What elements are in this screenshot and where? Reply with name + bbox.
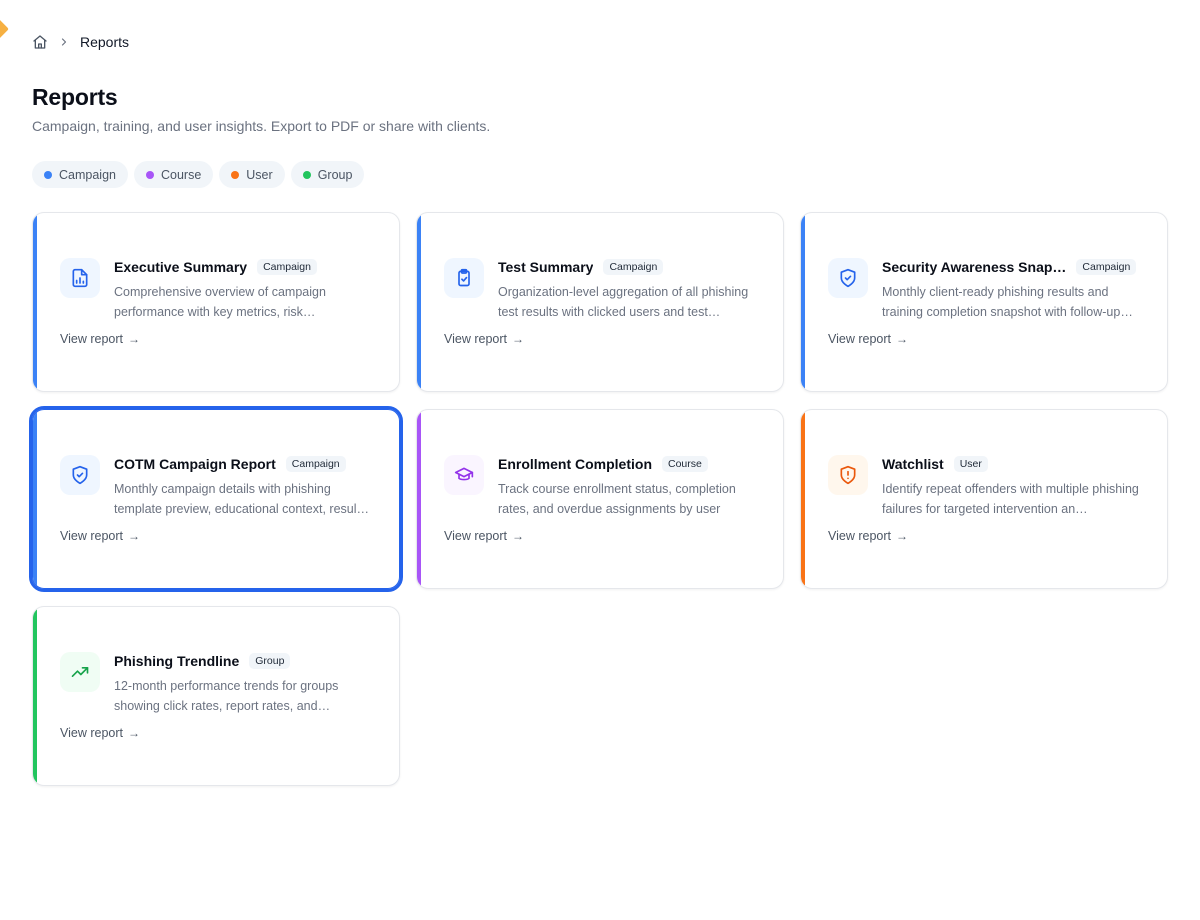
- card-description: Monthly campaign details with phishing t…: [114, 482, 369, 516]
- card-type-badge: Campaign: [257, 259, 317, 275]
- view-report-label: View report: [828, 529, 891, 543]
- card-title: Watchlist: [882, 456, 944, 472]
- card-description: Comprehensive overview of campaign perfo…: [114, 285, 326, 319]
- card-accent-bar: [801, 213, 805, 391]
- card-accent-bar: [33, 607, 37, 785]
- filter-chip-label: Course: [160, 167, 202, 182]
- view-report-link[interactable]: View report →: [60, 529, 140, 543]
- card-description: 12-month performance trends for groups s…: [114, 679, 339, 713]
- view-report-label: View report: [828, 332, 891, 346]
- report-card-watchlist[interactable]: Watchlist User Identify repeat offenders…: [800, 409, 1168, 589]
- arrow-right-icon: →: [128, 529, 140, 543]
- report-card-phishing-trendline[interactable]: Phishing Trendline Group 12-month perfor…: [32, 606, 400, 786]
- filter-chip-label: User: [246, 167, 273, 182]
- arrow-right-icon: →: [512, 332, 524, 346]
- card-title: Test Summary: [498, 259, 594, 275]
- view-report-label: View report: [60, 332, 123, 346]
- report-card-enrollment-completion[interactable]: Enrollment Completion Course Track cours…: [416, 409, 784, 589]
- breadcrumb-current: Reports: [80, 34, 130, 50]
- card-accent-bar: [33, 213, 37, 391]
- view-report-link[interactable]: View report →: [444, 332, 524, 346]
- card-accent-bar: [801, 410, 805, 588]
- chevron-right-icon: [58, 36, 70, 48]
- card-description: Monthly client-ready phishing results an…: [882, 285, 1133, 319]
- page-title: Reports: [32, 84, 118, 110]
- report-card-test-summary[interactable]: Test Summary Campaign Organization-level…: [416, 212, 784, 392]
- card-accent-bar: [417, 213, 421, 391]
- card-title: Security Awareness Snap…: [882, 259, 1067, 275]
- card-accent-bar: [33, 410, 37, 588]
- filter-chip-user[interactable]: User: [219, 161, 285, 188]
- filter-chip-label: Group: [317, 167, 353, 182]
- group-dot-icon: [302, 170, 311, 179]
- card-title: Phishing Trendline: [114, 653, 240, 669]
- home-icon[interactable]: [32, 34, 48, 50]
- report-card-grid: Executive Summary Campaign Comprehensive…: [29, 212, 1168, 786]
- report-card-security-awareness-snapshot[interactable]: Security Awareness Snap… Campaign Monthl…: [800, 212, 1168, 392]
- card-title: Executive Summary: [114, 259, 248, 275]
- card-accent-bar: [417, 410, 421, 588]
- report-card-cotm-campaign-report[interactable]: COTM Campaign Report Campaign Monthly ca…: [29, 406, 403, 592]
- shield-check-icon: [60, 455, 100, 495]
- card-type-badge: Campaign: [603, 259, 664, 275]
- card-title: COTM Campaign Report: [114, 456, 276, 472]
- view-report-link[interactable]: View report →: [60, 726, 140, 740]
- user-dot-icon: [231, 170, 240, 179]
- view-report-label: View report: [60, 726, 123, 740]
- view-report-label: View report: [444, 529, 507, 543]
- card-type-badge: User: [953, 456, 988, 472]
- view-report-label: View report: [444, 332, 507, 346]
- page-subtitle: Campaign, training, and user insights. E…: [32, 118, 491, 134]
- alert-shield-icon: [828, 455, 868, 495]
- arrow-right-icon: →: [128, 726, 140, 740]
- filter-chip-campaign[interactable]: Campaign: [32, 161, 128, 188]
- card-type-badge: Campaign: [285, 456, 346, 472]
- filter-chip-group[interactable]: Group: [290, 161, 365, 188]
- trending-up-icon: [60, 652, 100, 692]
- course-dot-icon: [145, 170, 154, 179]
- arrow-right-icon: →: [896, 332, 908, 346]
- shield-check-icon: [828, 258, 868, 298]
- arrow-right-icon: →: [128, 332, 140, 346]
- card-type-badge: Course: [662, 456, 708, 472]
- view-report-link[interactable]: View report →: [60, 332, 140, 346]
- view-report-link[interactable]: View report →: [828, 529, 908, 543]
- card-type-badge: Group: [249, 653, 291, 669]
- campaign-dot-icon: [44, 170, 52, 179]
- card-description: Identify repeat offenders with multiple …: [882, 482, 1139, 516]
- report-type-filters: Campaign Course User Group: [32, 161, 365, 188]
- view-report-label: View report: [60, 529, 123, 543]
- card-type-badge: Campaign: [1076, 259, 1137, 275]
- report-chart-icon: [60, 258, 100, 298]
- breadcrumb: Reports: [32, 33, 129, 51]
- arrow-right-icon: →: [896, 529, 908, 543]
- clipboard-check-icon: [444, 258, 484, 298]
- card-description: Track course enrollment status, completi…: [498, 482, 736, 516]
- filter-chip-course[interactable]: Course: [133, 161, 214, 188]
- view-report-link[interactable]: View report →: [828, 332, 908, 346]
- arrow-right-icon: →: [512, 529, 524, 543]
- filter-chip-label: Campaign: [59, 167, 116, 182]
- card-description: Organization-level aggregation of all ph…: [498, 285, 749, 319]
- app-logo-mark: [0, 19, 9, 39]
- graduation-cap-icon: [444, 455, 484, 495]
- view-report-link[interactable]: View report →: [444, 529, 524, 543]
- card-title: Enrollment Completion: [498, 456, 652, 472]
- report-card-executive-summary[interactable]: Executive Summary Campaign Comprehensive…: [32, 212, 400, 392]
